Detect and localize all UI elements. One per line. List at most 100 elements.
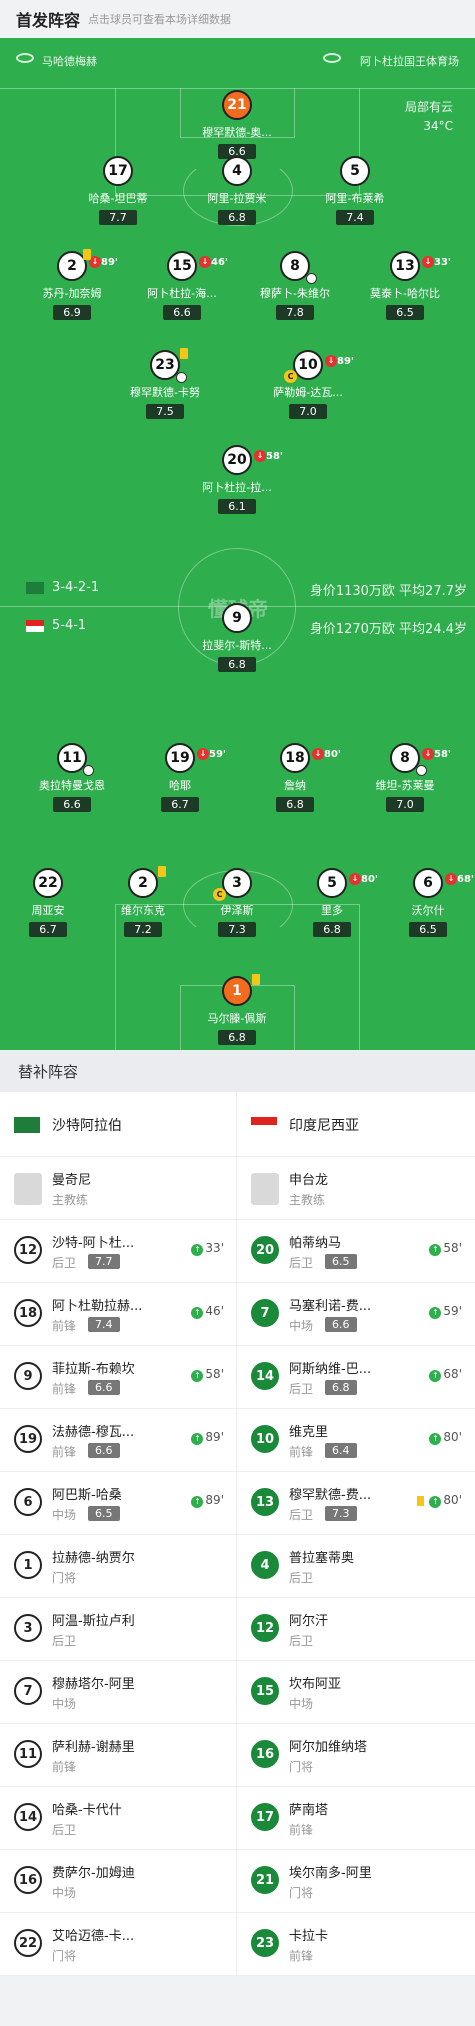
sub-player[interactable]: 23 卡拉卡 前锋 (237, 1913, 474, 1975)
sub-player[interactable]: 12 阿尔汗 后卫 (237, 1598, 474, 1660)
jersey-number: 2 (128, 866, 166, 898)
player-rating: 7.7 (88, 1254, 120, 1269)
home-team-cell[interactable]: 沙特阿拉伯 (0, 1092, 237, 1156)
away-player[interactable]: 3 C 伊泽斯 7.3 (182, 868, 292, 937)
sub-player[interactable]: 3 阿温-斯拉卢利 后卫 (0, 1598, 237, 1660)
sub-player[interactable]: 18 阿卜杜勒拉赫... 前锋 7.4 ↑ 46' (0, 1283, 237, 1345)
sub-player[interactable]: 20 帕蒂纳马 后卫 6.5 ↑ 58' (237, 1220, 474, 1282)
jersey-number: 8 ↓ 58' (390, 743, 451, 776)
player-rating: 6.6 (325, 1317, 357, 1332)
player-position: 前锋 (52, 1760, 77, 1774)
player-position: 后卫 (289, 1571, 314, 1585)
sub-minute-text: 68' (457, 874, 474, 885)
home-player[interactable]: 4 阿里-拉贾米 6.8 (182, 156, 292, 225)
sub-player[interactable]: 15 坎布阿亚 中场 (237, 1661, 474, 1723)
sub-player[interactable]: 16 阿尔加维纳塔 门将 (237, 1724, 474, 1786)
sub-player[interactable]: 6 阿巴斯-哈桑 中场 6.5 ↑ 89' (0, 1472, 237, 1534)
sub-minute-text: 80' (443, 1430, 462, 1444)
home-player[interactable]: 17 哈桑-坦巴蒂 7.7 (63, 156, 173, 225)
jersey-number: 10 (251, 1425, 279, 1453)
player-name: 马尔滕-佩斯 (207, 1012, 267, 1025)
player-position: 中场 (52, 1508, 77, 1522)
away-player[interactable]: 18 ↓ 80' 詹纳 6.8 (240, 743, 350, 812)
jersey-number: 20 ↓ 58' (222, 445, 283, 475)
home-coach[interactable]: 曼奇尼 主教练 (0, 1157, 237, 1219)
player-name: 莫泰卜-哈尔比 (370, 287, 440, 300)
sub-player[interactable]: 13 穆罕默德-费... 后卫 7.3 ↑ 80' (237, 1472, 474, 1534)
sub-out-badge: ↓ 80' (312, 742, 341, 768)
sub-out-icon: ↓ (349, 873, 361, 885)
sub-player[interactable]: 14 阿斯纳维-巴... 后卫 6.8 ↑ 68' (237, 1346, 474, 1408)
sub-out-badge: ↓ 59' (197, 742, 226, 768)
home-player[interactable]: 10 ↓ 89' C 萨勒姆-达瓦... 7.0 (253, 350, 363, 419)
home-player[interactable]: 5 阿里-布莱希 7.4 (300, 156, 410, 225)
sub-player[interactable]: 22 艾哈迈德-卡... 门将 (0, 1913, 237, 1975)
player-name: 阿卜杜拉-拉... (202, 481, 272, 494)
home-player[interactable]: 8 穆萨卜-朱维尔 7.8 (240, 251, 350, 320)
sub-out-badge: ↓ 58' (422, 742, 451, 768)
player-name: 哈桑-卡代什 (52, 1803, 122, 1818)
home-player[interactable]: 2 ↓ 89' 苏丹-加奈姆 6.9 (17, 249, 127, 320)
home-player[interactable]: 21 穆罕默德-奥... 6.6 (182, 90, 292, 159)
jersey-number: 18 ↓ 80' (280, 743, 341, 773)
sub-player[interactable]: 7 穆赫塔尔-阿里 中场 (0, 1661, 237, 1723)
player-position: 中场 (289, 1697, 314, 1711)
sub-player[interactable]: 4 普拉塞蒂奥 后卫 (237, 1535, 474, 1597)
home-player[interactable]: 20 ↓ 58' 阿卜杜拉-拉... 6.1 (182, 445, 292, 514)
sub-player[interactable]: 21 埃尔南多-阿里 门将 (237, 1850, 474, 1912)
subs-row: 12 沙特-阿卜杜... 后卫 7.7 ↑ 33' 20 帕蒂纳马 后卫 6.5 ↑ 58' (0, 1220, 475, 1283)
sub-in-minute: ↑ 58' (429, 1241, 462, 1256)
sub-player[interactable]: 16 费萨尔-加姆迪 中场 (0, 1850, 237, 1912)
yellow-card-icon (83, 249, 91, 260)
player-name: 阿巴斯-哈桑 (52, 1488, 122, 1503)
player-rating: 6.7 (161, 797, 199, 812)
player-name: 拉斐尔-斯特... (202, 639, 272, 652)
player-position: 后卫 (289, 1382, 314, 1396)
sub-minute-text: 80' (443, 1493, 462, 1507)
jersey-number: 21 (222, 90, 252, 120)
player-rating: 6.8 (276, 797, 314, 812)
sub-out-badge: ↓ 33' (422, 250, 451, 276)
sub-player[interactable]: 1 拉赫德-纳贾尔 门将 (0, 1535, 237, 1597)
jersey-number: 16 (251, 1740, 279, 1768)
away-team-cell[interactable]: 印度尼西亚 (237, 1092, 474, 1156)
away-coach[interactable]: 申台龙 主教练 (237, 1157, 474, 1219)
jersey-number: 19 (14, 1425, 42, 1453)
jersey-number: 15 (251, 1677, 279, 1705)
player-rating: 6.5 (386, 305, 424, 320)
avatar (14, 1173, 42, 1205)
sub-player[interactable]: 7 马塞利诺-费... 中场 6.6 ↑ 59' (237, 1283, 474, 1345)
player-rating: 7.7 (99, 210, 137, 225)
player-name: 维坦-苏莱曼 (375, 779, 435, 792)
away-player[interactable]: 1 马尔滕-佩斯 6.8 (182, 974, 292, 1045)
player-rating: 6.7 (29, 922, 67, 937)
jersey-number: 5 ↓ 80' (317, 868, 378, 898)
sub-in-icon: ↑ (191, 1370, 204, 1382)
away-player[interactable]: 11 奥拉特曼戈恩 6.6 (17, 743, 127, 812)
sub-player[interactable]: 9 菲拉斯-布赖坎 前锋 6.6 ↑ 58' (0, 1346, 237, 1408)
sub-player[interactable]: 12 沙特-阿卜杜... 后卫 7.7 ↑ 33' (0, 1220, 237, 1282)
away-player[interactable]: 5 ↓ 80' 里多 6.8 (277, 868, 387, 937)
sub-player[interactable]: 10 维克里 前锋 6.4 ↑ 80' (237, 1409, 474, 1471)
sub-in-minute: ↑ 33' (191, 1241, 224, 1256)
player-rating: 6.8 (218, 657, 256, 672)
player-name: 里多 (321, 904, 343, 917)
home-team-info: 3-4-2-1 身价1130万欧 平均27.7岁 (0, 579, 475, 599)
subs-row: 16 费萨尔-加姆迪 中场 21 埃尔南多-阿里 门将 (0, 1850, 475, 1913)
away-player[interactable]: 19 ↓ 59' 哈耶 6.7 (125, 743, 235, 812)
home-player[interactable]: 23 穆罕默德-卡努 7.5 (110, 348, 220, 419)
player-rating: 7.5 (146, 404, 184, 419)
sub-out-icon: ↓ (197, 748, 209, 760)
away-player[interactable]: 9 拉斐尔-斯特... 6.8 (182, 603, 292, 672)
sub-player[interactable]: 11 萨利赫-谢赫里 前锋 (0, 1724, 237, 1786)
sub-player[interactable]: 17 萨南塔 前锋 (237, 1787, 474, 1849)
sub-player[interactable]: 19 法赫德-穆瓦... 前锋 6.6 ↑ 89' (0, 1409, 237, 1471)
home-player[interactable]: 13 ↓ 33' 莫泰卜-哈尔比 6.5 (350, 251, 460, 320)
home-player[interactable]: 15 ↓ 46' 阿卜杜拉-海... 6.6 (127, 251, 237, 320)
player-name: 费萨尔-加姆迪 (52, 1866, 135, 1881)
away-player[interactable]: 6 ↓ 68' 沃尔什 6.5 (373, 868, 475, 937)
saudi-flag-icon (14, 1117, 40, 1133)
away-player[interactable]: 8 ↓ 58' 维坦-苏莱曼 7.0 (350, 743, 460, 812)
sub-player[interactable]: 14 哈桑-卡代什 后卫 (0, 1787, 237, 1849)
indonesia-flag-icon (251, 1117, 277, 1133)
